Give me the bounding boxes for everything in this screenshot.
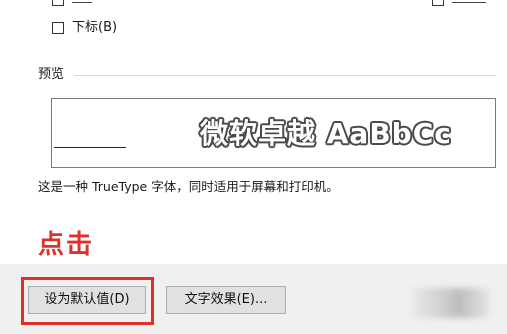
subscript-label[interactable]: 下标(B) [72, 20, 117, 36]
preview-section-label: 预览 [38, 67, 65, 82]
click-annotation: 点击 [38, 230, 95, 260]
small-caps-checkbox[interactable] [432, 0, 444, 6]
text-effects-button[interactable]: 文字效果(E)... [166, 286, 286, 314]
superscript-checkbox[interactable] [52, 0, 64, 6]
preview-baseline [54, 147, 126, 148]
superscript-label-fragment [72, 0, 92, 3]
blurred-region [412, 288, 490, 318]
preview-separator [74, 75, 496, 76]
preview-sample-text: 微软卓越 AaBbCc [200, 117, 452, 150]
font-description: 这是一种 TrueType 字体，同时适用于屏幕和打印机。 [38, 179, 339, 194]
subscript-checkbox[interactable] [52, 22, 64, 34]
small-caps-label-fragment [452, 0, 486, 3]
red-highlight-box [21, 277, 154, 325]
